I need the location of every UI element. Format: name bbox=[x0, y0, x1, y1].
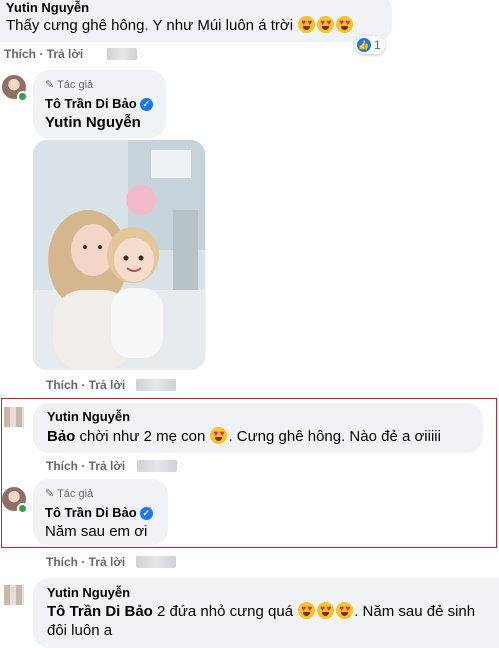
heart-eyes-emoji-icon bbox=[336, 602, 354, 619]
like-button[interactable]: Thích bbox=[4, 47, 36, 61]
heart-eyes-emoji-icon bbox=[336, 16, 354, 33]
verified-badge-icon: ✓ bbox=[139, 507, 153, 521]
comment-text-line2: đôi luôn a bbox=[47, 622, 113, 639]
reply-button[interactable]: Trả lời bbox=[89, 459, 126, 473]
verified-badge-icon: ✓ bbox=[139, 98, 153, 112]
online-status-indicator bbox=[17, 91, 28, 102]
comment-author[interactable]: Yutin Nguyễn bbox=[47, 585, 130, 600]
reply-button[interactable]: Trả lời bbox=[89, 378, 126, 392]
reply-button[interactable]: Trả lời bbox=[47, 47, 84, 61]
pen-author-icon: ✎ bbox=[45, 79, 55, 91]
like-button[interactable]: Thích bbox=[46, 555, 78, 569]
online-status-indicator bbox=[17, 503, 28, 514]
comment-author[interactable]: Tô Trần Di Bảo ✓ bbox=[45, 96, 153, 112]
comment-bubble-4: ✎ Tác giả Tô Trần Di Bảo ✓ Năm sau em ơi bbox=[33, 479, 168, 545]
comment-actions-2: Thích · Trả lời bbox=[46, 378, 126, 392]
comment-text: Thấy cưng ghê hông. Y như Múi luôn á trờ… bbox=[6, 16, 354, 34]
mention-link[interactable]: Bảo bbox=[47, 428, 75, 445]
comment-actions-4: Thích · Trả lời bbox=[46, 555, 126, 569]
heart-eyes-emoji-icon bbox=[210, 427, 228, 444]
avatar-blurred[interactable] bbox=[4, 585, 24, 605]
timestamp-blurred bbox=[107, 48, 137, 60]
heart-eyes-emoji-icon bbox=[298, 16, 316, 33]
like-button[interactable]: Thích bbox=[46, 378, 78, 392]
timestamp-blurred bbox=[136, 556, 176, 568]
comment-bubble-3: Yutin Nguyễn Bảo chời như 2 mẹ con . Cưn… bbox=[33, 403, 483, 453]
comment-author[interactable]: Yutin Nguyễn bbox=[6, 0, 89, 15]
timestamp-blurred bbox=[137, 460, 177, 472]
comment-text-line1: Tô Trần Di Bảo 2 đứa nhỏ cưng quá . Năm … bbox=[47, 602, 475, 620]
photo-mother-child bbox=[33, 140, 205, 370]
like-reaction-icon: 👍 bbox=[357, 38, 371, 52]
comment-text: Năm sau em ơi bbox=[45, 523, 148, 540]
comment-bubble-1: Yutin Nguyễn Thấy cưng ghê hông. Y như M… bbox=[0, 0, 392, 42]
comment-photo[interactable] bbox=[33, 140, 205, 370]
heart-eyes-emoji-icon bbox=[298, 602, 316, 619]
comment-author[interactable]: Yutin Nguyễn bbox=[47, 409, 130, 424]
reply-button[interactable]: Trả lời bbox=[89, 555, 126, 569]
timestamp-blurred bbox=[136, 379, 176, 391]
comment-actions-1: Thích · Trả lời bbox=[4, 47, 84, 61]
avatar-blurred[interactable] bbox=[4, 407, 24, 427]
author-badge: ✎ Tác giả bbox=[45, 79, 94, 91]
author-badge: ✎ Tác giả bbox=[45, 488, 94, 500]
mention-link[interactable]: Yutin Nguyễn bbox=[45, 114, 141, 131]
comment-author[interactable]: Tô Trần Di Bảo ✓ bbox=[45, 505, 153, 521]
pen-author-icon: ✎ bbox=[45, 488, 55, 500]
mention-link[interactable]: Tô Trần Di Bảo bbox=[47, 603, 153, 620]
heart-eyes-emoji-icon bbox=[317, 602, 335, 619]
comment-text: Bảo chời như 2 mẹ con . Cưng ghê hông. N… bbox=[47, 427, 441, 445]
comment-bubble-5: Yutin Nguyễn Tô Trần Di Bảo 2 đứa nhỏ cư… bbox=[33, 578, 499, 648]
like-button[interactable]: Thích bbox=[46, 459, 78, 473]
heart-eyes-emoji-icon bbox=[317, 16, 335, 33]
comment-bubble-2: ✎ Tác giả Tô Trần Di Bảo ✓ Yutin Nguyễn bbox=[33, 70, 166, 138]
reaction-count[interactable]: 👍 1 bbox=[355, 36, 385, 54]
comment-actions-3: Thích · Trả lời bbox=[46, 459, 126, 473]
